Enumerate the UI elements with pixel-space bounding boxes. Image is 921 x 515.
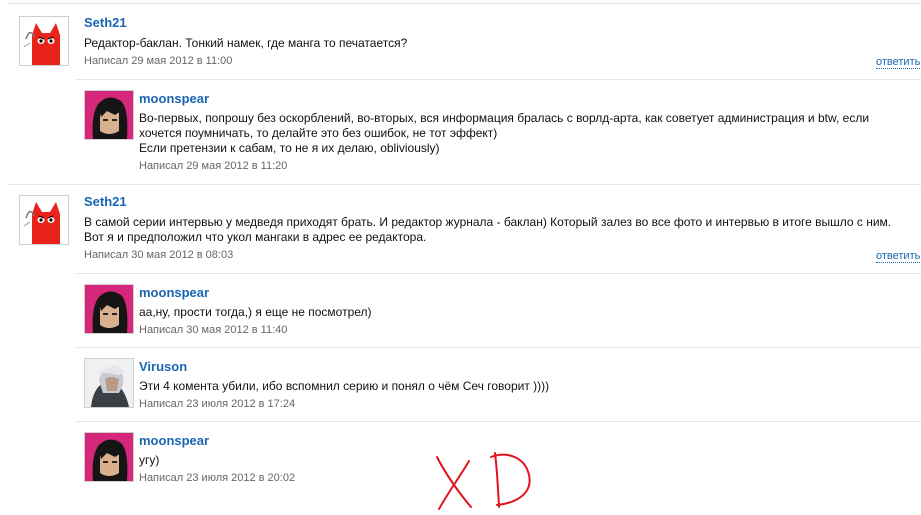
comment-text: Редактор-баклан. Тонкий намек, где манга… (84, 36, 407, 51)
comment-line: В самой серии интервью у медведя приходя… (84, 215, 892, 229)
comment-author[interactable]: Viruson (139, 359, 187, 374)
white-haired-character-avatar[interactable] (84, 358, 134, 408)
comment-text: Эти 4 комента убили, ибо вспомнил серию … (139, 379, 549, 394)
comment-text: Во-первых, попрошу без оскорблений, во-в… (139, 111, 869, 156)
comment-timestamp: Написал 30 мая 2012 в 11:40 (139, 324, 288, 336)
comment-line: угу) (139, 453, 160, 467)
red-cat-avatar[interactable] (19, 16, 69, 66)
red-cat-avatar[interactable] (19, 195, 69, 245)
xd-strokes (436, 452, 531, 510)
comment-author[interactable]: moonspear (139, 285, 209, 300)
comment-text: угу) (139, 453, 159, 468)
reply-link[interactable]: ответить (876, 56, 921, 69)
comment-timestamp: Написал 30 мая 2012 в 08:03 (84, 249, 234, 261)
d-stem-stroke (494, 452, 500, 508)
comment-line: Вот я и предположил что укол мангаки в а… (84, 230, 427, 244)
reply-link[interactable]: ответить (876, 250, 921, 263)
dark-haired-character-avatar[interactable] (84, 432, 134, 482)
character-portrait-icon (85, 91, 133, 139)
comment-separator (76, 273, 921, 274)
comment-text: В самой серии интервью у медведя приходя… (84, 215, 891, 245)
comment-line: Если претензии к сабам, то не я их делаю… (139, 141, 440, 155)
comment-separator (76, 347, 921, 348)
comment-author[interactable]: moonspear (139, 91, 209, 106)
comment-line: хочется поумничать, то делайте это без о… (139, 126, 498, 140)
comment-timestamp: Написал 29 мая 2012 в 11:00 (84, 55, 233, 67)
comment-line: аа,ну, прости тогда,) я еще не посмотрел… (139, 305, 372, 319)
comment-timestamp: Написал 23 июля 2012 в 20:02 (139, 472, 296, 484)
top-border (8, 3, 921, 4)
comment-separator (76, 79, 921, 80)
comment-timestamp: Написал 29 мая 2012 в 11:20 (139, 160, 288, 172)
character-portrait-icon (85, 359, 133, 407)
red-cat-icon (20, 17, 68, 65)
dark-haired-character-avatar[interactable] (84, 284, 134, 334)
comment-timestamp: Написал 23 июля 2012 в 17:24 (139, 398, 296, 410)
red-cat-icon (20, 196, 68, 244)
comment-author[interactable]: moonspear (139, 433, 209, 448)
comment-separator (8, 184, 921, 185)
comment-text: аа,ну, прости тогда,) я еще не посмотрел… (139, 305, 372, 320)
dark-haired-character-avatar[interactable] (84, 90, 134, 140)
comment-line: Во-первых, попрошу без оскорблений, во-в… (139, 111, 870, 125)
character-portrait-icon (85, 285, 133, 333)
handwritten-xd-annotation (436, 452, 531, 510)
comment-line: Редактор-баклан. Тонкий намек, где манга… (84, 36, 408, 50)
comment-separator (76, 421, 921, 422)
character-portrait-icon (85, 433, 133, 481)
comment-author[interactable]: Seth21 (84, 15, 127, 30)
comment-line: Эти 4 комента убили, ибо вспомнил серию … (139, 379, 550, 393)
comment-author[interactable]: Seth21 (84, 194, 127, 209)
